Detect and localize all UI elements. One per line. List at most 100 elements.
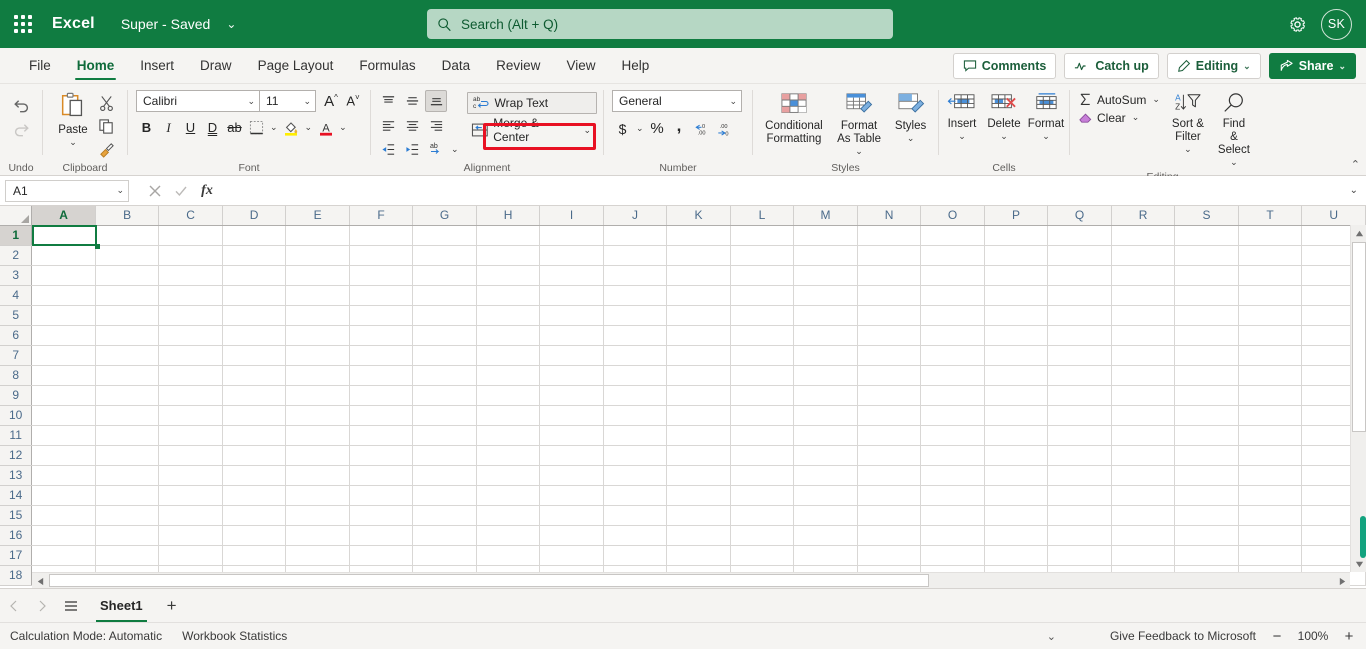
column-header-O[interactable]: O xyxy=(920,206,985,226)
align-left-button[interactable] xyxy=(377,114,399,136)
cell-P1[interactable] xyxy=(984,225,1049,246)
cell-C12[interactable] xyxy=(158,445,223,466)
cell-C17[interactable] xyxy=(158,545,223,566)
cell-I2[interactable] xyxy=(539,245,604,266)
column-header-A[interactable]: A xyxy=(31,206,96,226)
row-header-10[interactable]: 10 xyxy=(0,405,33,426)
comma-button[interactable]: , xyxy=(669,116,690,139)
cell-B9[interactable] xyxy=(95,385,160,406)
cell-M8[interactable] xyxy=(793,365,858,386)
cell-A4[interactable] xyxy=(31,285,96,306)
column-header-R[interactable]: R xyxy=(1111,206,1176,226)
cell-C4[interactable] xyxy=(158,285,223,306)
cell-B8[interactable] xyxy=(95,365,160,386)
cell-I15[interactable] xyxy=(539,505,604,526)
cell-F9[interactable] xyxy=(349,385,414,406)
cell-P12[interactable] xyxy=(984,445,1049,466)
cell-D1[interactable] xyxy=(222,225,287,246)
cell-N9[interactable] xyxy=(857,385,922,406)
cell-C15[interactable] xyxy=(158,505,223,526)
cell-T9[interactable] xyxy=(1238,385,1303,406)
cell-M10[interactable] xyxy=(793,405,858,426)
cell-Q9[interactable] xyxy=(1047,385,1112,406)
cell-A2[interactable] xyxy=(31,245,96,266)
cell-R3[interactable] xyxy=(1111,265,1176,286)
paste-button[interactable]: Paste ⌄ xyxy=(53,90,93,150)
cell-S1[interactable] xyxy=(1174,225,1239,246)
row-header-11[interactable]: 11 xyxy=(0,425,33,446)
collapse-ribbon-chevron-up-icon[interactable]: ⌃ xyxy=(1351,158,1360,171)
cell-K6[interactable] xyxy=(666,325,731,346)
cell-R15[interactable] xyxy=(1111,505,1176,526)
cell-A17[interactable] xyxy=(31,545,96,566)
add-sheet-button[interactable]: + xyxy=(157,589,187,623)
cell-K4[interactable] xyxy=(666,285,731,306)
format-as-table-chevron-down-icon[interactable]: ⌄ xyxy=(853,146,865,157)
cell-K11[interactable] xyxy=(666,425,731,446)
cell-R16[interactable] xyxy=(1111,525,1176,546)
cell-L3[interactable] xyxy=(730,265,795,286)
cell-G5[interactable] xyxy=(412,305,477,326)
cell-B12[interactable] xyxy=(95,445,160,466)
cell-J16[interactable] xyxy=(603,525,668,546)
align-middle-button[interactable] xyxy=(401,90,423,112)
cell-R5[interactable] xyxy=(1111,305,1176,326)
cell-J13[interactable] xyxy=(603,465,668,486)
cell-Q17[interactable] xyxy=(1047,545,1112,566)
cell-I8[interactable] xyxy=(539,365,604,386)
cell-I14[interactable] xyxy=(539,485,604,506)
cell-F12[interactable] xyxy=(349,445,414,466)
avatar[interactable]: SK xyxy=(1321,8,1352,40)
cell-A6[interactable] xyxy=(31,325,96,346)
cell-M4[interactable] xyxy=(793,285,858,306)
cell-I4[interactable] xyxy=(539,285,604,306)
cell-M13[interactable] xyxy=(793,465,858,486)
cell-T17[interactable] xyxy=(1238,545,1303,566)
cell-B11[interactable] xyxy=(95,425,160,446)
cell-H7[interactable] xyxy=(476,345,541,366)
find-select-button[interactable]: Find & Select ⌄ xyxy=(1214,90,1254,170)
cell-K7[interactable] xyxy=(666,345,731,366)
cell-B16[interactable] xyxy=(95,525,160,546)
cell-F10[interactable] xyxy=(349,405,414,426)
cell-O10[interactable] xyxy=(920,405,985,426)
cell-R14[interactable] xyxy=(1111,485,1176,506)
cell-M11[interactable] xyxy=(793,425,858,446)
cell-O6[interactable] xyxy=(920,325,985,346)
cell-T3[interactable] xyxy=(1238,265,1303,286)
cell-D2[interactable] xyxy=(222,245,287,266)
cell-T14[interactable] xyxy=(1238,485,1303,506)
sheet-tab-sheet1[interactable]: Sheet1 xyxy=(86,589,157,623)
column-header-S[interactable]: S xyxy=(1174,206,1239,226)
cell-H13[interactable] xyxy=(476,465,541,486)
cell-R2[interactable] xyxy=(1111,245,1176,266)
cell-K13[interactable] xyxy=(666,465,731,486)
cell-T10[interactable] xyxy=(1238,405,1303,426)
double-underline-button[interactable]: D xyxy=(202,117,223,138)
share-chevron-down-icon[interactable]: ⌄ xyxy=(1338,61,1346,72)
cell-D7[interactable] xyxy=(222,345,287,366)
column-header-J[interactable]: J xyxy=(603,206,668,226)
merge-center-button[interactable]: Merge & Center ⌄ xyxy=(467,116,597,144)
horizontal-scrollbar[interactable] xyxy=(32,572,1350,588)
cell-D9[interactable] xyxy=(222,385,287,406)
cell-E9[interactable] xyxy=(285,385,350,406)
column-header-M[interactable]: M xyxy=(793,206,858,226)
font-color-chevron-down-icon[interactable]: ⌄ xyxy=(337,122,349,133)
cell-S3[interactable] xyxy=(1174,265,1239,286)
cell-A10[interactable] xyxy=(31,405,96,426)
cell-S7[interactable] xyxy=(1174,345,1239,366)
fill-color-chevron-down-icon[interactable]: ⌄ xyxy=(303,122,315,133)
row-header-2[interactable]: 2 xyxy=(0,245,33,266)
cell-A5[interactable] xyxy=(31,305,96,326)
cell-T13[interactable] xyxy=(1238,465,1303,486)
font-name-combobox[interactable]: Calibri ⌄ xyxy=(136,90,260,112)
cell-B6[interactable] xyxy=(95,325,160,346)
cell-E16[interactable] xyxy=(285,525,350,546)
cell-N16[interactable] xyxy=(857,525,922,546)
text-orientation-button[interactable]: ab xyxy=(425,138,447,160)
tab-draw[interactable]: Draw xyxy=(187,48,245,83)
clear-chevron-down-icon[interactable]: ⌄ xyxy=(1130,112,1142,123)
cell-H10[interactable] xyxy=(476,405,541,426)
cell-J5[interactable] xyxy=(603,305,668,326)
